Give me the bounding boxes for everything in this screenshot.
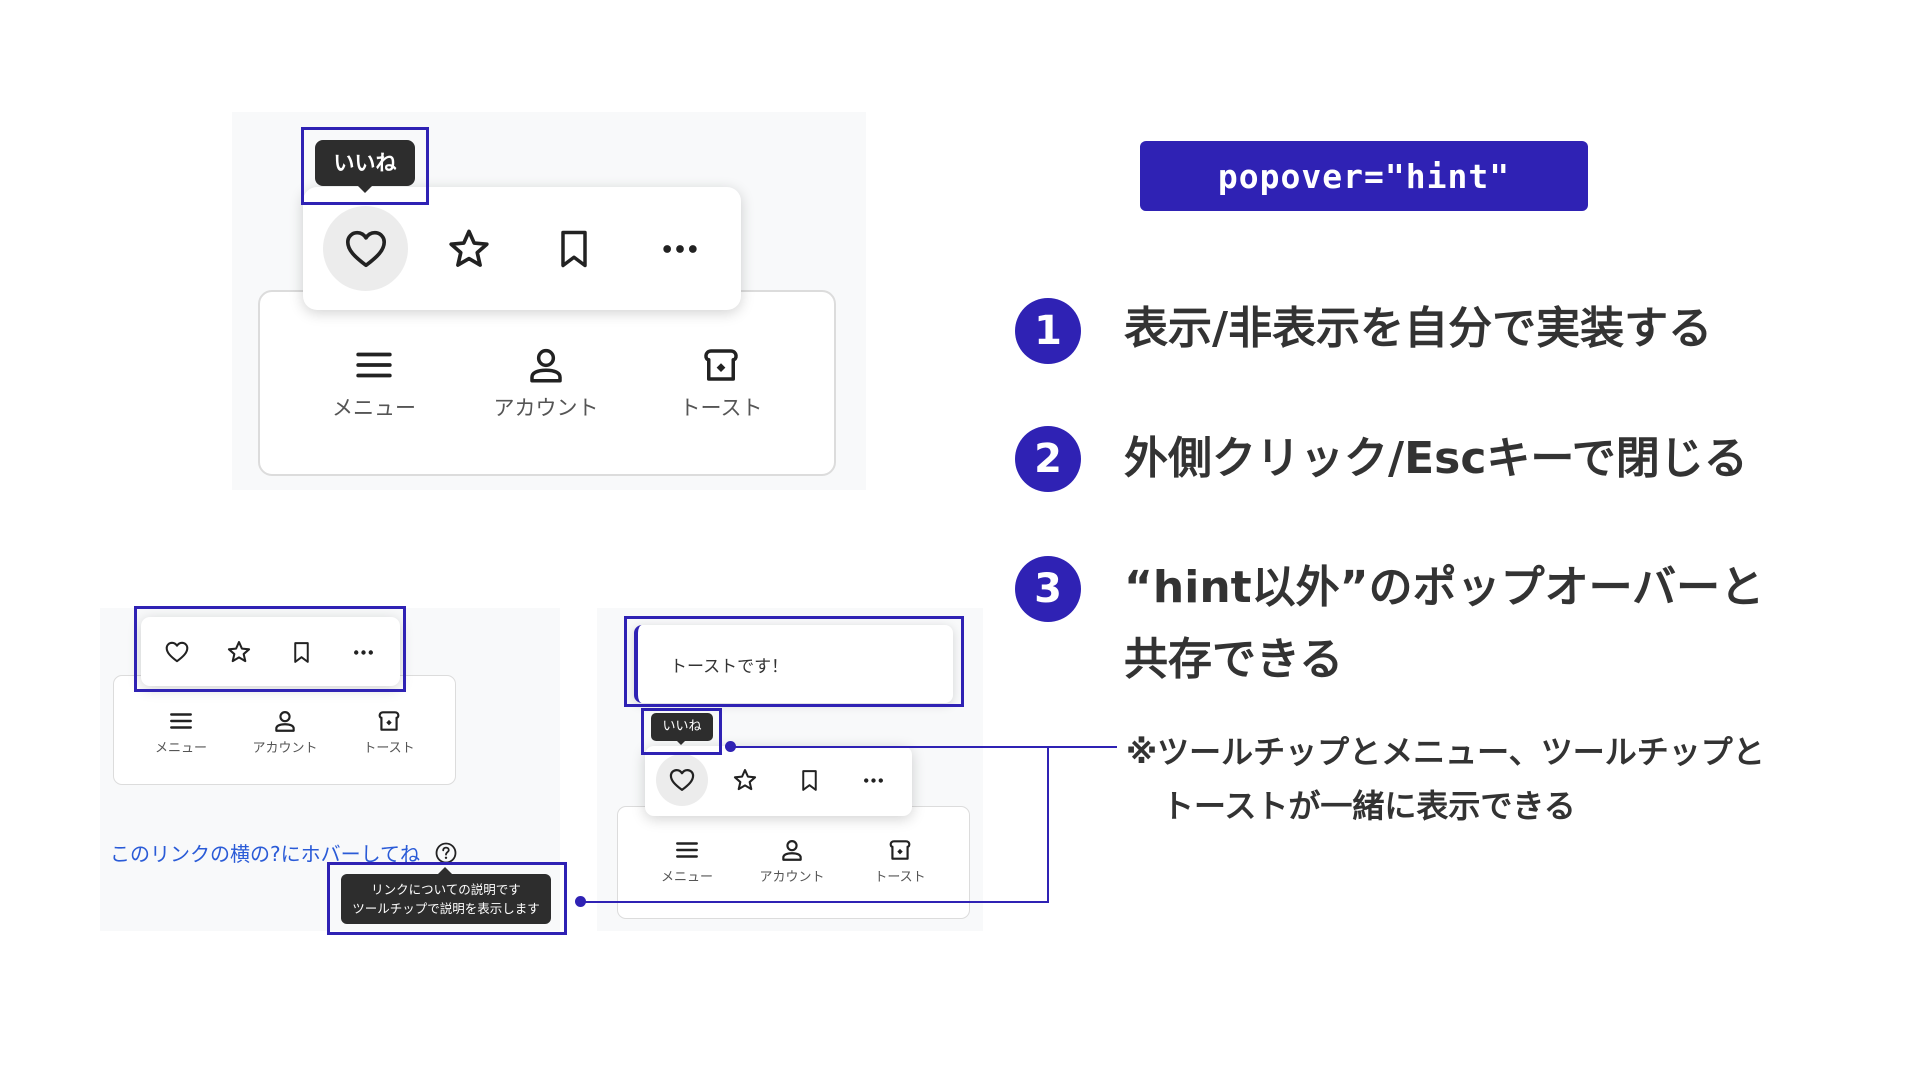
bookmark-icon bbox=[552, 227, 596, 271]
nav-item-account[interactable]: アカウント bbox=[476, 343, 616, 423]
more-button[interactable] bbox=[652, 226, 708, 272]
nav-item-menu-toast[interactable]: メニュー bbox=[651, 836, 723, 886]
note-line2: トーストが一緒に表示できる bbox=[1162, 787, 1576, 825]
menu-icon bbox=[674, 837, 700, 863]
point-3-number: 3 bbox=[1015, 556, 1081, 622]
bookmark-icon bbox=[797, 768, 822, 793]
popover-hint-badge: popover="hint" bbox=[1140, 141, 1588, 211]
selection-box-toast bbox=[624, 616, 964, 707]
nav-label-menu-toast: メニュー bbox=[660, 870, 713, 885]
connector-line-lower bbox=[581, 901, 1049, 903]
selection-box-menu bbox=[134, 606, 406, 692]
point-3-text-line1: “hint以外”のポップオーバーと bbox=[1124, 562, 1765, 613]
more-icon bbox=[658, 227, 702, 271]
point-2-number: 2 bbox=[1015, 426, 1081, 492]
connector-line-upper bbox=[731, 746, 1117, 748]
nav-item-account-toast[interactable]: アカウント bbox=[747, 836, 837, 886]
nav-label-menu: メニュー bbox=[332, 396, 416, 420]
heart-icon bbox=[343, 226, 389, 272]
selection-box-tooltip bbox=[301, 127, 429, 205]
account-icon bbox=[272, 708, 298, 734]
nav-label-toast-toast: トースト bbox=[874, 870, 926, 885]
point-2-text: 外側クリック/Escキーで閉じる bbox=[1124, 433, 1748, 484]
connector-line-vertical bbox=[1047, 746, 1049, 903]
more-icon bbox=[861, 768, 886, 793]
toast-icon bbox=[376, 708, 402, 734]
favorite-button-toast[interactable] bbox=[728, 764, 762, 796]
nav-item-toast-small[interactable]: トースト bbox=[353, 707, 425, 757]
toast-icon bbox=[700, 344, 742, 386]
menu-icon bbox=[353, 344, 395, 386]
heart-icon bbox=[668, 766, 696, 794]
nav-item-menu-small[interactable]: メニュー bbox=[145, 707, 217, 757]
point-1-text: 表示/非表示を自分で実装する bbox=[1124, 303, 1713, 354]
nav-label-account-toast: アカウント bbox=[759, 870, 825, 885]
bookmark-button-toast[interactable] bbox=[792, 764, 826, 796]
nav-label-menu-small: メニュー bbox=[154, 741, 207, 756]
nav-label-account: アカウント bbox=[493, 396, 599, 420]
selection-box-help-tooltip bbox=[327, 862, 567, 935]
menu-icon bbox=[168, 708, 194, 734]
account-icon bbox=[779, 837, 805, 863]
nav-item-menu[interactable]: メニュー bbox=[319, 343, 429, 423]
star-icon bbox=[732, 767, 758, 793]
nav-item-toast-toast[interactable]: トースト bbox=[864, 836, 936, 886]
more-button-toast[interactable] bbox=[856, 764, 890, 796]
bookmark-button[interactable] bbox=[546, 226, 602, 272]
nav-label-toast-small: トースト bbox=[363, 741, 415, 756]
toast-icon bbox=[887, 837, 913, 863]
point-3-text-line2: 共存できる bbox=[1124, 634, 1344, 685]
account-icon bbox=[525, 344, 567, 386]
selection-box-tooltip-small bbox=[641, 708, 722, 755]
star-icon bbox=[446, 226, 492, 272]
point-1-number: 1 bbox=[1015, 298, 1081, 364]
nav-label-toast: トースト bbox=[679, 396, 763, 420]
nav-item-account-small[interactable]: アカウント bbox=[240, 707, 330, 757]
nav-label-account-small: アカウント bbox=[252, 741, 318, 756]
favorite-button[interactable] bbox=[441, 226, 497, 272]
like-button-toast[interactable] bbox=[656, 754, 708, 806]
like-button[interactable] bbox=[323, 206, 408, 291]
note-line1: ※ツールチップとメニュー、ツールチップと bbox=[1126, 733, 1765, 771]
nav-item-toast[interactable]: トースト bbox=[666, 343, 776, 423]
